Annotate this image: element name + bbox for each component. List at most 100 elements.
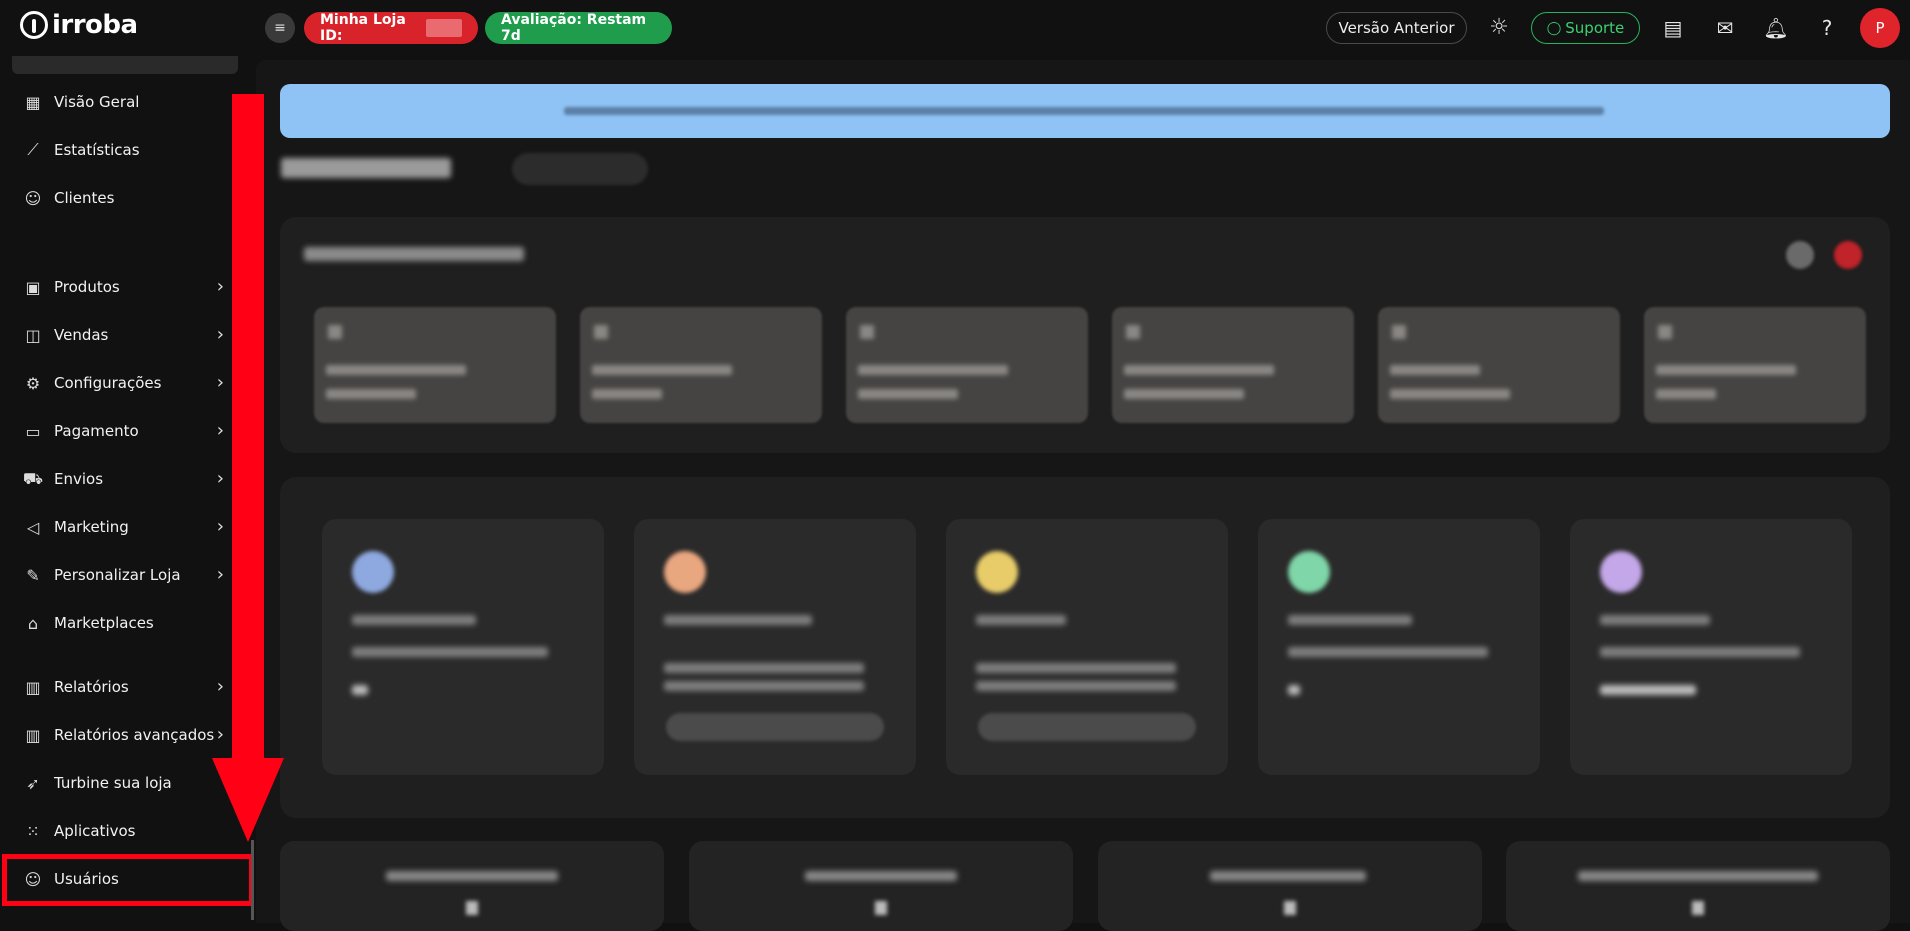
annotation-arrow-shaft — [232, 94, 264, 760]
quick-card[interactable] — [1112, 307, 1354, 423]
sidebar-item-relatorios[interactable]: ▥ Relatórios › — [12, 667, 238, 707]
summary-card[interactable] — [280, 841, 664, 931]
store-id-badge[interactable]: Minha Loja ID: — [304, 12, 478, 44]
sidebar-item-produtos[interactable]: ▣ Produtos › — [12, 267, 238, 307]
stat-card[interactable] — [322, 519, 604, 775]
sidebar-item-label: Produtos — [54, 278, 120, 296]
settings-dot-icon[interactable] — [1786, 241, 1814, 269]
stat-text-blurred — [976, 681, 1176, 691]
stat-avatar-icon — [352, 551, 394, 593]
avatar[interactable]: P — [1860, 8, 1900, 48]
chevron-right-icon: › — [216, 324, 224, 345]
mail-icon[interactable]: ✉ — [1712, 15, 1738, 41]
quick-card-title-blurred — [592, 365, 732, 375]
sidebar-item-visao-geral[interactable]: ▦ Visão Geral — [12, 82, 238, 122]
apps-grid-icon: ⁙ — [26, 821, 40, 841]
sidebar-scrollbar[interactable] — [251, 840, 254, 920]
trial-badge[interactable]: Avaliação: Restam 7d — [485, 12, 672, 44]
summary-card[interactable] — [689, 841, 1073, 931]
support-label: Suporte — [1565, 19, 1625, 37]
shopping-bag-icon: ◫ — [25, 325, 41, 345]
usuarios-highlight-box — [2, 854, 254, 906]
summary-card[interactable] — [1098, 841, 1482, 931]
truck-icon: ⛟ — [22, 468, 44, 488]
quick-card-sub-blurred — [1390, 389, 1510, 399]
sidebar-item-label: Configurações — [54, 374, 162, 392]
chevron-right-icon: › — [216, 564, 224, 585]
store-id-label: Minha Loja ID: — [320, 12, 406, 44]
whatsapp-icon: ◯ — [1546, 20, 1562, 36]
support-button[interactable]: ◯ Suporte — [1531, 12, 1640, 44]
quick-card[interactable] — [1644, 307, 1866, 423]
stat-card[interactable] — [946, 519, 1228, 775]
summary-title-blurred — [1210, 871, 1366, 881]
quick-access-selector[interactable] — [512, 153, 648, 185]
stat-sub-blurred — [1288, 647, 1488, 657]
sun-icon[interactable]: ☼ — [1487, 16, 1511, 40]
bell-icon[interactable]: 🔔︎ — [1763, 15, 1789, 41]
stat-title-blurred — [1288, 615, 1412, 625]
stat-text-blurred — [664, 663, 864, 673]
quick-card-sub-blurred — [592, 389, 662, 399]
quick-card-title-blurred — [1124, 365, 1274, 375]
stat-title-blurred — [352, 615, 476, 625]
sidebar-item-aplicativos[interactable]: ⁙ Aplicativos — [12, 811, 238, 851]
quick-card-icon — [1126, 325, 1140, 339]
quick-access-title-blurred — [281, 158, 451, 178]
sidebar-item-label: Personalizar Loja — [54, 566, 181, 584]
gear-icon: ⚙ — [25, 373, 41, 393]
trial-label: Avaliação: Restam 7d — [501, 12, 647, 44]
help-icon[interactable]: ? — [1814, 15, 1840, 41]
sidebar-item-marketplaces[interactable]: ⌂ Marketplaces — [12, 603, 238, 643]
previous-version-button[interactable]: Versão Anterior — [1326, 12, 1467, 44]
close-dot-icon[interactable] — [1834, 241, 1862, 269]
chevron-right-icon: › — [216, 372, 224, 393]
quick-card-title-blurred — [1656, 365, 1796, 375]
megaphone-icon: ◁ — [26, 517, 40, 537]
sidebar-item-configuracoes[interactable]: ⚙ Configurações › — [12, 363, 238, 403]
stat-avatar-icon — [1600, 551, 1642, 593]
sidebar-item-label: Pagamento — [54, 422, 139, 440]
sidebar-item-vendas[interactable]: ◫ Vendas › — [12, 315, 238, 355]
sidebar: ▦ Visão Geral ⟋ Estatísticas ☺ Clientes … — [0, 56, 240, 923]
stat-card[interactable] — [634, 519, 916, 775]
summary-title-blurred — [1578, 871, 1818, 881]
layout-icon[interactable]: ▤ — [1660, 15, 1686, 41]
sidebar-item-turbine-sua-loja[interactable]: ➶ Turbine sua loja — [12, 763, 238, 803]
sidebar-item-relatorios-avancados[interactable]: ▥ Relatórios avançados › — [12, 715, 238, 755]
configure-button[interactable] — [978, 713, 1196, 741]
sidebar-item-marketing[interactable]: ◁ Marketing › — [12, 507, 238, 547]
sidebar-item-estatisticas[interactable]: ⟋ Estatísticas — [12, 130, 238, 170]
configure-button[interactable] — [666, 713, 884, 741]
collapse-menu-button[interactable]: ≡ — [265, 13, 295, 43]
summary-value-blurred — [875, 901, 887, 915]
quick-card[interactable] — [314, 307, 556, 423]
sidebar-item-label: Marketing — [54, 518, 129, 536]
stat-avatar-icon — [664, 551, 706, 593]
stat-card[interactable] — [1258, 519, 1540, 775]
chart-line-icon: ⟋ — [27, 140, 39, 159]
quick-card[interactable] — [580, 307, 822, 423]
avatar-initial: P — [1875, 19, 1885, 37]
quick-card-sub-blurred — [1656, 389, 1716, 399]
stat-card[interactable] — [1570, 519, 1852, 775]
stat-avatar-icon — [976, 551, 1018, 593]
stats-section — [280, 477, 1890, 818]
logo-mark-icon — [20, 11, 48, 39]
sidebar-item-label: Marketplaces — [54, 614, 154, 632]
rocket-icon: ➶ — [26, 773, 40, 793]
section-title-blurred — [304, 247, 524, 261]
quick-card-title-blurred — [326, 365, 466, 375]
sidebar-item-pagamento[interactable]: ▭ Pagamento › — [12, 411, 238, 451]
sidebar-item-envios[interactable]: ⛟ Envios › — [12, 459, 238, 499]
summary-title-blurred — [805, 871, 957, 881]
quick-card-sub-blurred — [858, 389, 958, 399]
notice-banner[interactable] — [280, 84, 1890, 138]
quick-card[interactable] — [846, 307, 1088, 423]
summary-card[interactable] — [1506, 841, 1890, 931]
brand-logo[interactable]: irroba — [20, 10, 138, 40]
layout-icon: ▦ — [25, 92, 41, 112]
sidebar-item-personalizar-loja[interactable]: ✎ Personalizar Loja › — [12, 555, 238, 595]
sidebar-item-clientes[interactable]: ☺ Clientes — [12, 178, 238, 218]
quick-card[interactable] — [1378, 307, 1620, 423]
